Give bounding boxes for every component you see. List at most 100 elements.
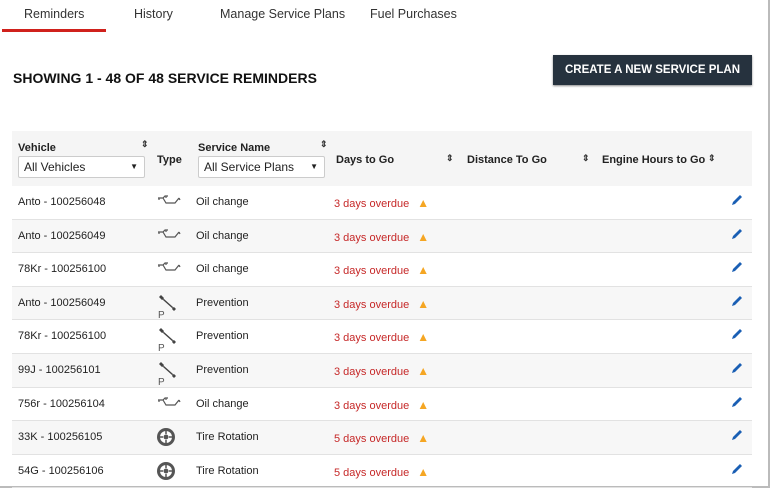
column-engine-hours-to-go[interactable]: Engine Hours to Go bbox=[602, 154, 705, 166]
dropdown-arrow-icon: ▼ bbox=[310, 162, 318, 171]
tab-reminders[interactable]: Reminders bbox=[1, 7, 108, 32]
table-row: 78Kr - 100256100 Oil change 3 days overd… bbox=[12, 253, 752, 287]
overdue-text: 3 days overdue bbox=[334, 399, 410, 412]
create-service-plan-button[interactable]: CREATE A NEW SERVICE PLAN bbox=[553, 55, 752, 85]
vehicle-cell: Anto - 100256048 bbox=[18, 196, 106, 208]
overdue-text: 3 days overdue bbox=[334, 231, 410, 244]
edit-pencil-icon[interactable] bbox=[730, 462, 744, 479]
tab-history[interactable]: History bbox=[134, 7, 173, 21]
table-row: Anto - 100256048 Oil change 3 days overd… bbox=[12, 186, 752, 220]
table-row: 33K - 100256105 Tire Rotation 5 days ove… bbox=[12, 421, 752, 455]
tire-icon bbox=[156, 427, 176, 450]
service-name-cell: Prevention bbox=[196, 330, 249, 343]
tab-manage-service-plans[interactable]: Manage Service Plans bbox=[220, 7, 345, 21]
days-to-go-cell: 3 days overdue ▲ bbox=[334, 364, 429, 378]
days-to-go-cell: 3 days overdue ▲ bbox=[334, 196, 429, 210]
vehicle-cell: 78Kr - 100256100 bbox=[18, 330, 107, 343]
table-row: 54G - 100256106 Tire Rotation 5 days ove… bbox=[12, 455, 752, 488]
reminders-table: Vehicle ⇕ All Vehicles ▼ Type Service Nam… bbox=[12, 131, 752, 488]
column-service-name[interactable]: Service Name bbox=[198, 142, 270, 154]
warning-icon: ▲ bbox=[417, 229, 430, 244]
oil-can-icon bbox=[156, 394, 182, 413]
days-to-go-cell: 3 days overdue ▲ bbox=[334, 398, 429, 412]
svg-text:P: P bbox=[158, 343, 165, 352]
column-vehicle: Vehicle bbox=[18, 142, 56, 154]
vehicle-cell: 78Kr - 100256100 bbox=[18, 263, 107, 276]
table-row: Anto - 100256049 Oil change 3 days overd… bbox=[12, 219, 752, 254]
page-title: SHOWING 1 - 48 OF 48 SERVICE REMINDERS bbox=[13, 70, 317, 86]
service-name-cell: Prevention bbox=[196, 296, 249, 309]
service-filter-value: All Service Plans bbox=[204, 160, 295, 174]
svg-text:P: P bbox=[158, 377, 165, 386]
svg-text:P: P bbox=[158, 310, 165, 319]
warning-icon: ▲ bbox=[417, 196, 430, 210]
overdue-text: 3 days overdue bbox=[334, 332, 410, 345]
overdue-text: 3 days overdue bbox=[334, 298, 410, 311]
wrench-p-icon: P bbox=[156, 360, 178, 389]
sort-icon[interactable]: ⇕ bbox=[446, 153, 454, 164]
sort-icon[interactable]: ⇕ bbox=[320, 139, 328, 150]
column-distance-to-go[interactable]: Distance To Go bbox=[467, 154, 547, 166]
oil-can-icon bbox=[156, 226, 182, 245]
edit-pencil-icon[interactable] bbox=[730, 395, 744, 412]
table-header: Vehicle ⇕ All Vehicles ▼ Type Service Nam… bbox=[12, 131, 752, 186]
days-to-go-cell: 3 days overdue ▲ bbox=[334, 263, 429, 277]
tire-icon bbox=[156, 461, 176, 484]
edit-pencil-icon[interactable] bbox=[730, 294, 744, 311]
vehicle-filter-select[interactable]: All Vehicles ▼ bbox=[18, 156, 145, 178]
vehicle-cell: 99J - 100256101 bbox=[18, 363, 101, 376]
sort-icon[interactable]: ⇕ bbox=[582, 153, 590, 164]
service-name-cell: Oil change bbox=[196, 263, 249, 276]
table-row: Anto - 100256049 P Prevention 3 days ove… bbox=[12, 286, 752, 322]
edit-pencil-icon[interactable] bbox=[730, 428, 744, 445]
edit-pencil-icon[interactable] bbox=[730, 227, 744, 244]
sort-icon[interactable]: ⇕ bbox=[141, 139, 149, 150]
table-row: 78Kr - 100256100 P Prevention 3 days ove… bbox=[12, 320, 752, 354]
dropdown-arrow-icon: ▼ bbox=[130, 162, 138, 171]
days-to-go-cell: 5 days overdue ▲ bbox=[334, 431, 429, 445]
service-name-cell: Tire Rotation bbox=[196, 464, 259, 477]
table-row: 99J - 100256101 P Prevention 3 days over… bbox=[12, 353, 752, 389]
table-row: 756r - 100256104 Oil change 3 days overd… bbox=[12, 388, 752, 422]
column-type: Type bbox=[157, 154, 182, 166]
oil-can-icon bbox=[156, 192, 182, 211]
warning-icon: ▲ bbox=[417, 330, 430, 345]
warning-icon: ▲ bbox=[417, 296, 430, 311]
oil-can-icon bbox=[156, 259, 182, 278]
tab-bar: Reminders History Manage Service Plans F… bbox=[0, 0, 760, 32]
vehicle-cell: Anto - 100256049 bbox=[18, 296, 106, 309]
service-name-cell: Oil change bbox=[196, 229, 249, 242]
edit-pencil-icon[interactable] bbox=[730, 193, 744, 210]
column-days-to-go[interactable]: Days to Go bbox=[336, 154, 394, 166]
edit-pencil-icon[interactable] bbox=[730, 327, 744, 344]
warning-icon: ▲ bbox=[417, 363, 430, 378]
edit-pencil-icon[interactable] bbox=[730, 260, 744, 277]
days-to-go-cell: 3 days overdue ▲ bbox=[334, 297, 429, 311]
days-to-go-cell: 5 days overdue ▲ bbox=[334, 465, 429, 479]
wrench-p-icon: P bbox=[156, 326, 178, 355]
service-name-cell: Oil change bbox=[196, 397, 249, 410]
service-name-cell: Oil change bbox=[196, 196, 249, 208]
days-to-go-cell: 3 days overdue ▲ bbox=[334, 230, 429, 244]
vehicle-cell: 756r - 100256104 bbox=[18, 397, 105, 410]
service-filter-select[interactable]: All Service Plans ▼ bbox=[198, 156, 325, 178]
warning-icon: ▲ bbox=[417, 397, 430, 412]
service-name-cell: Prevention bbox=[196, 363, 249, 376]
overdue-text: 3 days overdue bbox=[334, 365, 410, 378]
warning-icon: ▲ bbox=[417, 431, 430, 446]
wrench-p-icon: P bbox=[156, 293, 178, 322]
overdue-text: 3 days overdue bbox=[334, 265, 410, 278]
overdue-text: 3 days overdue bbox=[334, 198, 410, 210]
vehicle-cell: 33K - 100256105 bbox=[18, 431, 103, 444]
warning-icon: ▲ bbox=[417, 263, 430, 278]
vehicle-filter-value: All Vehicles bbox=[24, 160, 86, 174]
service-name-cell: Tire Rotation bbox=[196, 431, 259, 444]
vehicle-cell: 54G - 100256106 bbox=[18, 464, 104, 477]
edit-pencil-icon[interactable] bbox=[730, 361, 744, 378]
tab-fuel-purchases[interactable]: Fuel Purchases bbox=[370, 7, 457, 21]
overdue-text: 5 days overdue bbox=[334, 466, 410, 479]
days-to-go-cell: 3 days overdue ▲ bbox=[334, 330, 429, 344]
warning-icon: ▲ bbox=[417, 464, 430, 479]
overdue-text: 5 days overdue bbox=[334, 433, 410, 446]
sort-icon[interactable]: ⇕ bbox=[708, 153, 716, 164]
